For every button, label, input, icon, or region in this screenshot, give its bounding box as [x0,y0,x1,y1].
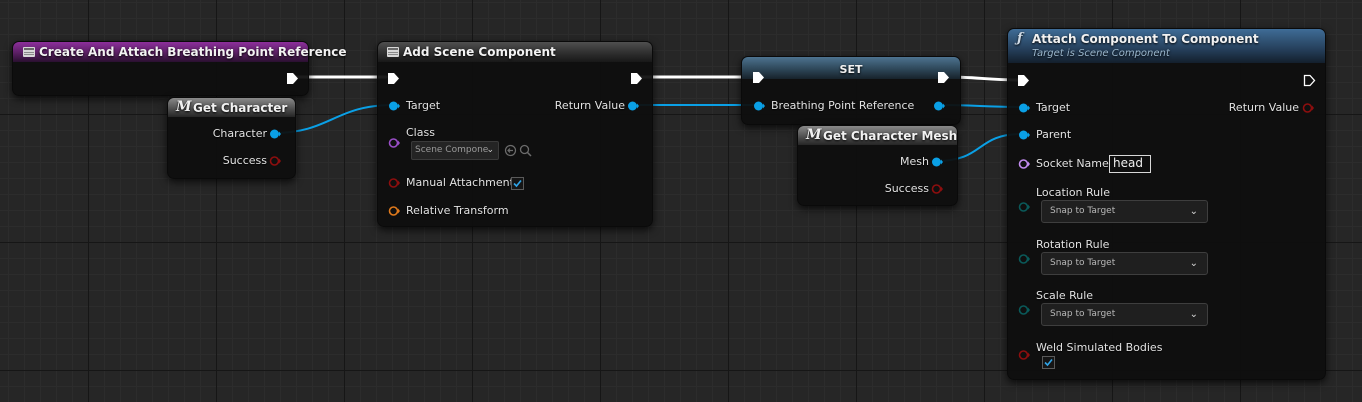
checkmark-icon [513,179,522,188]
create-attach-header[interactable]: Create And Attach Breathing Point Refere… [13,42,347,62]
target-pin[interactable] [388,100,400,112]
event-graph-icon [387,47,399,57]
mesh-pin[interactable] [931,156,943,168]
chevron-down-icon: ⌄ [1189,309,1198,320]
success-pin-label: Success [884,182,929,195]
chevron-down-icon: ⌄ [1189,206,1198,217]
scale-rule-dropdown[interactable]: Snap to Target ⌄ [1041,303,1208,326]
class-pin-label: Class [406,126,435,139]
success-pin-label: Success [222,154,267,167]
socket-name-input[interactable]: head [1109,155,1151,173]
attach-component-title: Attach Component To Component [1032,32,1259,46]
breathing-point-reference-label: Breathing Point Reference [771,99,915,112]
return-value-pin[interactable] [627,100,639,112]
weld-simulated-bodies-pin[interactable] [1018,349,1030,361]
add-scene-component-header[interactable]: Add Scene Component [378,42,652,62]
set-header[interactable]: SET [742,57,960,79]
exec-out-pin[interactable] [286,72,299,85]
event-graph-icon [23,47,35,57]
weld-simulated-bodies-label: Weld Simulated Bodies [1036,341,1163,354]
success-pin[interactable] [931,183,943,195]
class-pin[interactable] [388,137,400,149]
weld-simulated-bodies-checkbox[interactable] [1042,356,1055,369]
rotation-rule-pin[interactable] [1018,253,1030,265]
get-character-header[interactable]: M Get Character [168,98,295,117]
location-rule-pin[interactable] [1018,201,1030,213]
create-attach-node[interactable]: Create And Attach Breathing Point Refere… [12,41,347,96]
exec-out-pin[interactable] [630,72,643,85]
attach-component-subtitle: Target is Scene Component [1032,48,1170,59]
get-character-node[interactable]: M Get Character Character Success [167,97,296,179]
scale-rule-value: Snap to Target [1050,309,1116,319]
manual-attachment-pin-label: Manual Attachment [406,176,514,189]
return-value-pin-label: Return Value [1228,101,1299,114]
return-value-pin-label: Return Value [554,99,625,112]
character-pin[interactable] [269,128,281,140]
target-pin-label: Target [1036,101,1071,114]
exec-out-pin[interactable] [937,71,950,84]
socket-name-pin-label: Socket Name [1036,157,1109,170]
attach-component-header[interactable]: ƒ Attach Component To Component Target i… [1008,29,1325,63]
parent-pin-label: Parent [1036,128,1072,141]
target-pin[interactable] [1018,102,1030,114]
macro-icon: M [176,99,192,115]
set-output-pin[interactable] [933,100,945,112]
function-icon: ƒ [1017,31,1023,46]
parent-pin[interactable] [1018,129,1030,141]
get-character-title: Get Character [193,101,288,115]
rotation-rule-dropdown[interactable]: Snap to Target ⌄ [1041,252,1208,275]
mesh-pin-label: Mesh [900,155,929,168]
breathing-point-reference-pin[interactable] [753,100,765,112]
class-dropdown-value: Scene Compone [415,145,489,155]
exec-in-pin[interactable] [1017,74,1030,87]
relative-transform-pin-label: Relative Transform [406,204,509,217]
exec-in-pin[interactable] [752,71,765,84]
attach-component-node[interactable]: ƒ Attach Component To Component Target i… [1007,28,1326,380]
manual-attachment-pin[interactable] [388,177,400,189]
use-selected-asset-icon[interactable] [504,144,517,157]
chevron-down-icon: ⌄ [486,145,494,155]
class-dropdown[interactable]: Scene Compone ⌄ [411,141,499,160]
create-attach-title: Create And Attach Breathing Point Refere… [39,45,347,59]
return-value-pin[interactable] [1302,102,1314,114]
location-rule-dropdown[interactable]: Snap to Target ⌄ [1041,200,1208,223]
set-node[interactable]: SET Breathing Point Reference [741,56,961,125]
success-pin[interactable] [269,155,281,167]
relative-transform-pin[interactable] [388,205,400,217]
manual-attachment-checkbox[interactable] [511,177,524,190]
get-character-mesh-header[interactable]: M Get Character Mesh [798,126,957,145]
set-title: SET [839,63,863,76]
add-scene-component-node[interactable]: Add Scene Component Target Return Value … [377,41,653,227]
exec-in-pin[interactable] [387,72,400,85]
macro-icon: M [806,127,822,143]
rotation-rule-label: Rotation Rule [1036,238,1110,251]
character-pin-label: Character [212,127,267,140]
scale-rule-pin[interactable] [1018,304,1030,316]
chevron-down-icon: ⌄ [1189,258,1198,269]
location-rule-value: Snap to Target [1050,206,1116,216]
checkmark-icon [1044,358,1053,367]
get-character-mesh-title: Get Character Mesh [823,129,958,143]
socket-name-pin[interactable] [1018,158,1030,170]
location-rule-label: Location Rule [1036,186,1110,199]
target-pin-label: Target [406,99,441,112]
rotation-rule-value: Snap to Target [1050,258,1116,268]
exec-out-pin[interactable] [1303,74,1316,87]
browse-asset-icon[interactable] [519,144,532,157]
scale-rule-label: Scale Rule [1036,289,1094,302]
add-scene-component-title: Add Scene Component [403,45,556,59]
get-character-mesh-node[interactable]: M Get Character Mesh Mesh Success [797,125,958,206]
